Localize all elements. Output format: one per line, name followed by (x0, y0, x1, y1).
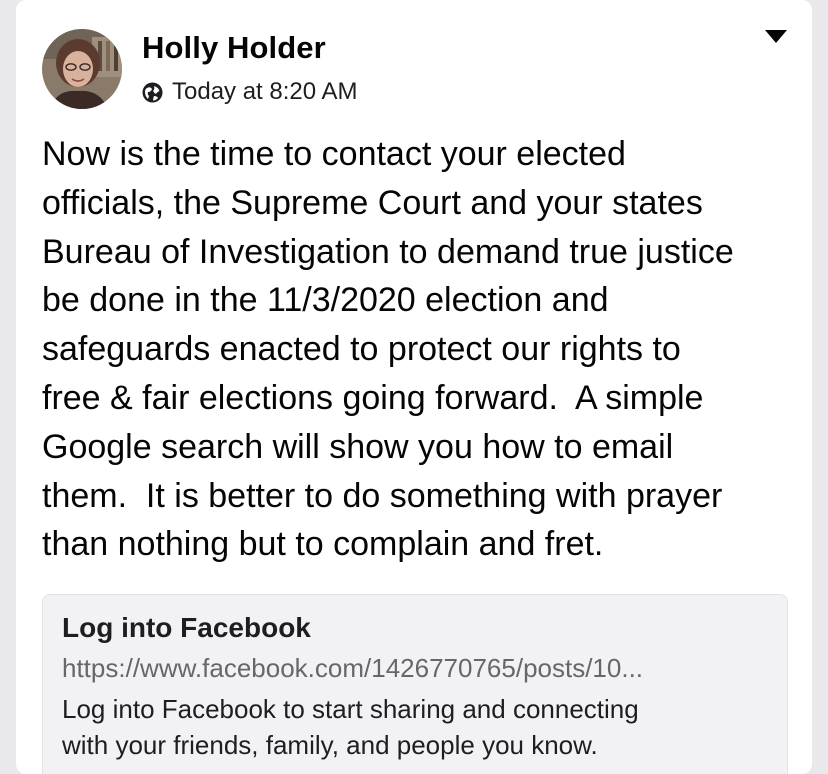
link-preview-title: Log into Facebook (62, 612, 311, 643)
link-preview-description: Log into Facebook to start sharing and c… (62, 691, 782, 763)
globe-icon (142, 82, 163, 103)
post-body-line: Google search will show you how to email (42, 427, 674, 466)
avatar-image (42, 29, 122, 109)
link-preview-description-line: with your friends, family, and people yo… (62, 730, 598, 760)
post-body-line: Bureau of Investigation to demand true j… (42, 232, 734, 271)
timestamp[interactable]: Today at 8:20 AM (172, 78, 357, 106)
link-preview-card[interactable]: Log into Facebook https://www.facebook.c… (42, 594, 788, 774)
post-body-line: than nothing but to complain and fret. (42, 525, 604, 564)
post-body-line: officials, the Supreme Court and your st… (42, 183, 703, 222)
post-body-line: safeguards enacted to protect our rights… (42, 330, 681, 369)
post-body-line: them. It is better to do something with … (42, 476, 723, 515)
link-preview-description-line: Log into Facebook to start sharing and c… (62, 694, 639, 724)
author-name[interactable]: Holly Holder (142, 30, 326, 66)
post-body-line: free & fair elections going forward. A s… (42, 378, 704, 417)
post-body-line: Now is the time to contact your elected (42, 135, 626, 173)
post-menu-button[interactable] (764, 28, 788, 44)
link-preview-url: https://www.facebook.com/1426770765/post… (62, 653, 644, 683)
post-body: Now is the time to contact your elected … (42, 130, 802, 569)
post-meta: Today at 8:20 AM (142, 77, 357, 107)
post-card: Holly Holder Today at 8:20 AM Now is the… (16, 0, 812, 774)
avatar[interactable] (42, 29, 122, 109)
caret-down-icon (765, 29, 787, 43)
post-body-line: be done in the 11/3/2020 election and (42, 281, 609, 320)
